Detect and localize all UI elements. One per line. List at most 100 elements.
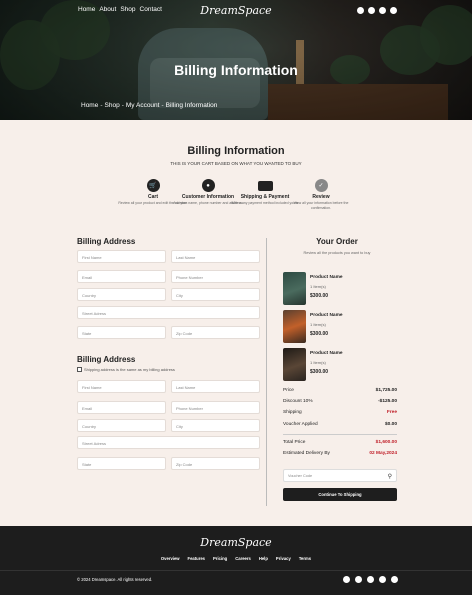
breadcrumb-my-account[interactable]: My Account xyxy=(126,102,160,109)
breadcrumb-shop[interactable]: Shop xyxy=(105,102,120,109)
summary-label: Voucher Applied xyxy=(283,422,318,427)
last-name-field[interactable]: Last Name xyxy=(171,380,260,393)
cart-icon[interactable] xyxy=(379,7,386,14)
product-image xyxy=(283,348,306,381)
breadcrumb-current: Billing Information xyxy=(165,102,218,109)
footer: DreamSpace Overview Features Pricing Car… xyxy=(0,526,472,595)
product-price: $300.00 xyxy=(310,293,329,299)
footer-nav: Overview Features Pricing Careers Help P… xyxy=(0,556,472,561)
product-quantity: 1 Item(s) xyxy=(310,360,326,365)
summary-label: Price xyxy=(283,388,294,393)
header-icons xyxy=(357,7,397,14)
hero-banner: Home About Shop Contact DreamSpace Billi… xyxy=(0,0,472,120)
cart-icon: 🛒 xyxy=(146,179,160,192)
breadcrumb: Home - Shop - My Account - Billing Infor… xyxy=(81,102,217,109)
product-quantity: 1 Item(s) xyxy=(310,322,326,327)
footer-link-pricing[interactable]: Pricing xyxy=(213,556,227,561)
brand-logo[interactable]: DreamSpace xyxy=(0,4,472,17)
summary-total: Total Price $1,600.00 xyxy=(283,440,397,445)
same-address-checkbox[interactable]: Shipping address is the same as my billi… xyxy=(77,367,175,372)
summary-value: $1,725.00 xyxy=(375,388,397,393)
country-field[interactable]: Country xyxy=(77,288,166,301)
summary-value: -$125.00 xyxy=(378,399,397,404)
city-field[interactable]: City xyxy=(171,419,260,432)
order-item[interactable]: Product Name 1 Item(s) $300.00 xyxy=(283,348,403,384)
page-title: Billing Information xyxy=(187,145,285,157)
product-quantity: 1 Item(s) xyxy=(310,284,326,289)
product-image xyxy=(283,310,306,343)
footer-link-features[interactable]: Features xyxy=(188,556,205,561)
copyright: © 2024 Dreamspace. All rights reserved. xyxy=(77,577,153,582)
summary-label: Estimated Delivery By xyxy=(283,451,330,456)
breadcrumb-separator: - xyxy=(121,102,124,109)
summary-delivery: Estimated Delivery By 02 May,2024 xyxy=(283,451,397,456)
summary-shipping: Shipping Free xyxy=(283,410,397,415)
state-field[interactable]: State xyxy=(77,326,166,339)
youtube-icon[interactable] xyxy=(355,576,362,583)
facebook-icon[interactable] xyxy=(343,576,350,583)
summary-label: Shipping xyxy=(283,410,302,415)
review-icon: ✓ xyxy=(314,179,328,192)
zip-code-field[interactable]: Zip Code xyxy=(171,457,260,470)
footer-link-overview[interactable]: Overview xyxy=(161,556,180,561)
hero-title: Billing Information xyxy=(174,62,298,78)
your-order-heading: Your Order xyxy=(316,237,358,246)
last-name-field[interactable]: Last Name xyxy=(171,250,260,263)
product-price: $300.00 xyxy=(310,369,329,375)
summary-value: $0.00 xyxy=(384,422,397,427)
product-price: $300.00 xyxy=(310,331,329,337)
order-item[interactable]: Product Name 1 Item(s) $300.00 xyxy=(283,272,403,308)
linkedin-icon[interactable] xyxy=(367,576,374,583)
order-item[interactable]: Product Name 1 Item(s) $300.00 xyxy=(283,310,403,346)
summary-discount: Discount 10% -$125.00 xyxy=(283,399,397,404)
summary-value: 02 May,2024 xyxy=(369,451,397,456)
breadcrumb-home[interactable]: Home xyxy=(81,102,98,109)
product-name: Product Name xyxy=(310,275,343,280)
voucher-code-input[interactable]: Voucher Code ⚲ xyxy=(283,469,397,482)
credit-card-icon xyxy=(257,181,273,191)
email-field[interactable]: Email xyxy=(77,401,166,414)
user-icon[interactable] xyxy=(390,7,397,14)
footer-link-careers[interactable]: Careers xyxy=(235,556,251,561)
email-field[interactable]: Email xyxy=(77,270,166,283)
user-icon: ● xyxy=(201,179,215,192)
checkout-steps: 🛒 Cart Review all your product and edit … xyxy=(118,179,358,219)
summary-value: $1,600.00 xyxy=(375,440,397,445)
billing-address-heading: Billing Address xyxy=(77,237,136,246)
column-divider xyxy=(266,238,267,506)
step-review[interactable]: ✓ Review View all your information befor… xyxy=(286,179,356,210)
continue-to-shipping-button[interactable]: Continue To Shipping xyxy=(283,488,397,501)
product-name: Product Name xyxy=(310,351,343,356)
phone-number-field[interactable]: Phone Number xyxy=(171,401,260,414)
summary-label: Discount 10% xyxy=(283,399,313,404)
account-icon[interactable] xyxy=(368,7,375,14)
breadcrumb-separator: - xyxy=(161,102,164,109)
checkbox-label: Shipping address is the same as my billi… xyxy=(84,367,175,372)
footer-link-help[interactable]: Help xyxy=(259,556,268,561)
your-order-subtitle: Review all the products you want to buy xyxy=(303,251,371,255)
footer-link-terms[interactable]: Terms xyxy=(299,556,311,561)
summary-divider xyxy=(283,434,397,435)
footer-logo[interactable]: DreamSpace xyxy=(0,536,472,549)
state-field[interactable]: State xyxy=(77,457,166,470)
summary-price: Price $1,725.00 xyxy=(283,388,397,393)
country-field[interactable]: Country xyxy=(77,419,166,432)
zip-code-field[interactable]: Zip Code xyxy=(171,326,260,339)
first-name-field[interactable]: First Name xyxy=(77,250,166,263)
checkbox[interactable] xyxy=(77,367,82,372)
tiktok-icon[interactable] xyxy=(379,576,386,583)
footer-link-privacy[interactable]: Privacy xyxy=(276,556,291,561)
instagram-icon[interactable] xyxy=(391,576,398,583)
search-icon[interactable] xyxy=(357,7,364,14)
product-name: Product Name xyxy=(310,313,343,318)
breadcrumb-separator: - xyxy=(100,102,103,109)
first-name-field[interactable]: First Name xyxy=(77,380,166,393)
step-title: Review xyxy=(312,194,330,200)
street-address-field[interactable]: Street Adress xyxy=(77,436,260,449)
tag-icon[interactable]: ⚲ xyxy=(388,473,392,480)
phone-number-field[interactable]: Phone Number xyxy=(171,270,260,283)
street-address-field[interactable]: Street Adress xyxy=(77,306,260,319)
social-links xyxy=(343,576,398,583)
product-image xyxy=(283,272,306,305)
city-field[interactable]: City xyxy=(171,288,260,301)
